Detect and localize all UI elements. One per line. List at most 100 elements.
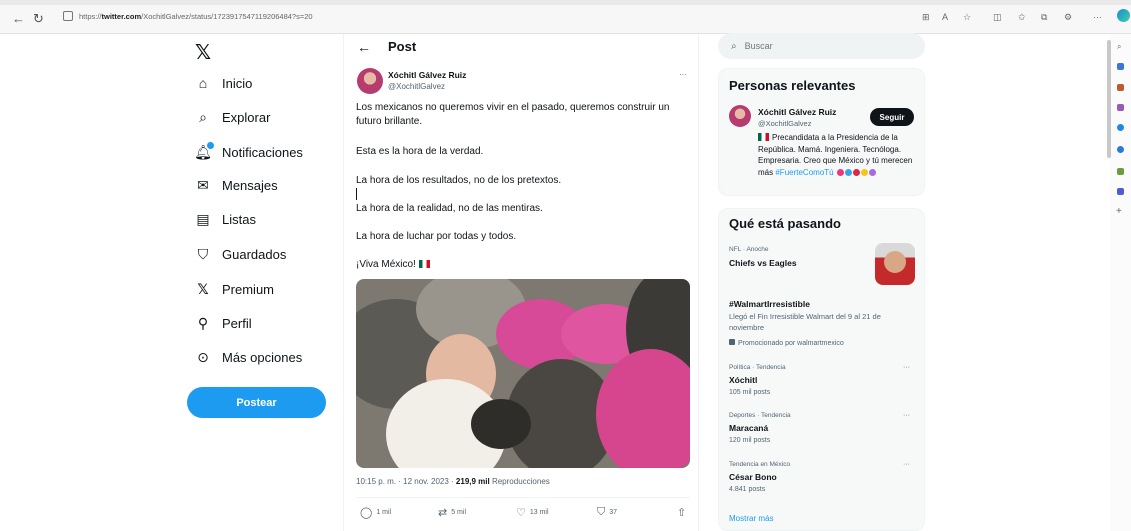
tweet-text-line: La hora de los resultados, no de los pre… (356, 175, 562, 186)
trend-item[interactable]: #WalmartIrresistible (729, 299, 810, 309)
like-count: 13 mil (529, 509, 549, 516)
read-aloud-icon[interactable]: A (942, 12, 948, 22)
sidebar-games-icon[interactable] (1117, 104, 1124, 111)
follow-button[interactable]: Seguir (870, 108, 914, 126)
nav-home[interactable]: ⌂ Inicio (195, 71, 253, 95)
trend-post-count: 120 mil posts (729, 437, 771, 444)
relevant-bio: Precandidata a la Presidencia de la Repú… (758, 132, 928, 178)
split-screen-icon[interactable]: ◫ (993, 12, 1002, 23)
nav-bookmarks-label: Guardados (222, 246, 287, 262)
tweet-photo[interactable] (356, 279, 690, 468)
tweet-text-line: Los mexicanos no queremos vivir en el pa… (356, 102, 670, 127)
page-scrollbar[interactable] (1107, 40, 1111, 158)
search-bar[interactable]: ⌕ (718, 33, 925, 59)
bio-hashtag[interactable]: #FuerteComoTú (775, 168, 833, 177)
more-options-icon[interactable]: ··· (679, 70, 687, 79)
bookmark-button[interactable]: ⛉ 37 (597, 506, 617, 519)
address-bar[interactable]: https://twitter.com/XochitlGalvez/status… (79, 12, 313, 21)
search-icon: ⌕ (731, 40, 737, 52)
trend-description: Llegó el Fin Irresistible Walmart del 9 … (729, 312, 881, 332)
relevant-people-title: Personas relevantes (729, 78, 856, 93)
nav-bookmarks[interactable]: ⛉ Guardados (195, 242, 287, 266)
trend-more-icon[interactable]: ··· (903, 461, 910, 468)
bell-icon: 🔔︎ (194, 142, 214, 160)
collections-icon[interactable]: ⧉ (1041, 12, 1047, 23)
promoted-icon (729, 339, 735, 345)
reply-icon: ◯ (360, 507, 373, 519)
mexico-flag-icon (418, 260, 430, 268)
sidebar-office-icon[interactable] (1117, 168, 1124, 175)
favorites-icon[interactable]: ✩ (1018, 12, 1026, 23)
extensions-icon[interactable]: ⚙ (1064, 12, 1072, 23)
trend-thumbnail[interactable] (875, 243, 915, 285)
promoted-label: Promocionado por walmartmexico (729, 339, 844, 347)
reload-icon[interactable]: ↻ (33, 11, 44, 27)
nav-profile[interactable]: ⚲ Perfil (195, 311, 252, 335)
settings-more-icon[interactable]: ··· (1093, 12, 1102, 22)
back-icon[interactable]: ← (12, 11, 25, 26)
sidebar-add-icon[interactable]: + (1116, 206, 1122, 217)
hearts-icon (836, 167, 877, 179)
copilot-icon[interactable] (1117, 9, 1130, 22)
lock-icon[interactable] (63, 11, 73, 21)
back-arrow-icon[interactable]: ← (357, 39, 371, 55)
post-timestamp: 10:15 p. m. · 12 nov. 2023 · 219,9 mil R… (356, 477, 550, 486)
sidebar-tools-icon[interactable] (1117, 124, 1124, 131)
mail-icon: ✉ (197, 176, 209, 193)
nav-premium-label: Premium (222, 281, 275, 297)
sidebar-outlook-icon[interactable] (1117, 146, 1124, 153)
trend-item[interactable]: Xóchitl (729, 375, 757, 385)
timestamp-text[interactable]: 10:15 p. m. · 12 nov. 2023 · (356, 477, 456, 486)
nav-premium[interactable]: 𝕏 Premium (195, 277, 274, 301)
relevant-name[interactable]: Xóchitl Gálvez Ruiz (758, 107, 836, 117)
tweet-text-line: La hora de la realidad, no de las mentir… (356, 203, 543, 214)
sidebar-app-icon[interactable] (1117, 63, 1124, 70)
nav-messages[interactable]: ✉ Mensajes (195, 173, 278, 197)
nav-more-options[interactable]: ⊙ Más opciones (195, 345, 302, 369)
bookmark-icon: ⛉ (197, 245, 209, 262)
sidebar-shopping-icon[interactable] (1117, 84, 1124, 91)
nav-profile-label: Perfil (222, 315, 252, 331)
nav-explore-label: Explorar (222, 109, 271, 125)
share-button[interactable]: ⇧ (677, 506, 690, 519)
nav-notifications[interactable]: 🔔︎ Notificaciones (194, 140, 303, 164)
author-name[interactable]: Xóchitl Gálvez Ruiz (388, 70, 466, 80)
nav-more-options-label: Más opciones (222, 349, 303, 365)
repost-count: 5 mil (451, 509, 466, 516)
x-icon: 𝕏 (197, 280, 209, 297)
relevant-avatar[interactable] (729, 105, 751, 127)
repost-button[interactable]: ⇄ 5 mil (438, 506, 466, 519)
views-label: Reproducciones (489, 477, 550, 486)
trend-more-icon[interactable]: ··· (903, 412, 910, 419)
trend-post-count: 105 mil posts (729, 389, 771, 396)
repost-icon: ⇄ (438, 507, 448, 519)
trend-more-icon[interactable]: ··· (903, 364, 910, 371)
browser-toolbar: ← ↻ https://twitter.com/XochitlGalvez/st… (0, 0, 1131, 34)
tweet-text-line: ¡Viva México! (356, 258, 696, 272)
show-more-link[interactable]: Mostrar más (729, 514, 773, 523)
post-button[interactable]: Postear (187, 387, 326, 418)
sidebar-teams-icon[interactable] (1117, 188, 1124, 195)
author-avatar[interactable] (357, 68, 383, 94)
nav-lists-label: Listas (222, 211, 256, 227)
search-icon: ⌕ (199, 108, 207, 125)
relevant-handle[interactable]: @XochitlGalvez (758, 119, 811, 128)
sidebar-search-icon[interactable]: ⌕ (1117, 42, 1121, 52)
tweet-text-last: ¡Viva México! (356, 259, 416, 270)
trend-item[interactable]: César Bono (729, 472, 777, 482)
trend-item[interactable]: Chiefs vs Eagles (729, 258, 797, 268)
trend-meta: NFL · Anoche (729, 246, 769, 253)
reply-button[interactable]: ◯ 1 mil (360, 506, 391, 519)
trend-meta: Tendencia en México (729, 461, 791, 468)
trend-item[interactable]: Maracaná (729, 423, 768, 433)
x-logo-icon[interactable]: 𝕏 (195, 40, 211, 65)
like-button[interactable]: ♡ 13 mil (516, 506, 549, 519)
nav-explore[interactable]: ⌕ Explorar (195, 105, 270, 129)
nav-lists[interactable]: ▤ Listas (195, 207, 256, 231)
apps-icon[interactable]: ⊞ (922, 12, 930, 23)
author-handle[interactable]: @XochitlGalvez (388, 82, 445, 91)
favorite-star-icon[interactable]: ☆ (963, 12, 971, 23)
tab-strip (0, 0, 1131, 5)
nav-home-label: Inicio (222, 75, 253, 91)
search-input[interactable] (744, 41, 895, 51)
